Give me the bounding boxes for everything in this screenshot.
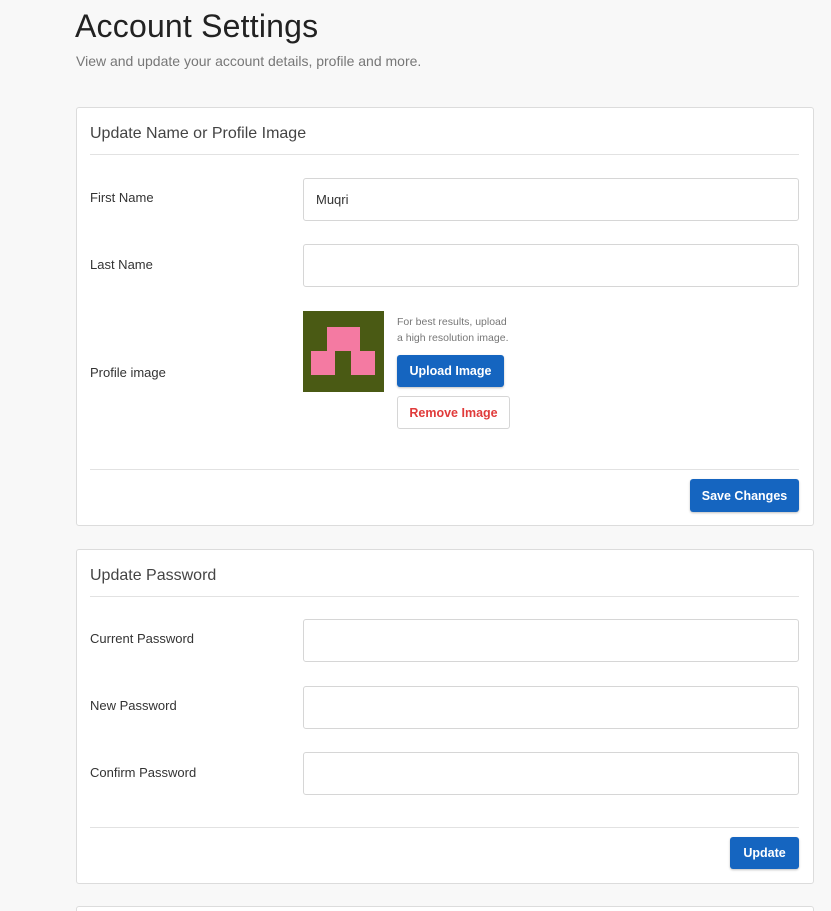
first-name-input[interactable] <box>303 178 799 221</box>
profile-avatar <box>303 311 384 392</box>
save-changes-button[interactable]: Save Changes <box>690 479 799 512</box>
confirm-password-input[interactable] <box>303 752 799 795</box>
last-name-label: Last Name <box>90 257 153 272</box>
current-password-input[interactable] <box>303 619 799 662</box>
profile-card-divider-bottom <box>90 469 799 470</box>
avatar-block-left <box>311 351 335 375</box>
profile-image-label: Profile image <box>90 365 166 380</box>
avatar-block-right <box>351 351 375 375</box>
password-card-title: Update Password <box>90 567 217 584</box>
upload-image-button[interactable]: Upload Image <box>397 355 504 387</box>
next-card <box>76 906 814 911</box>
upload-hint-line2: a high resolution image. <box>397 332 509 344</box>
page-subtitle: View and update your account details, pr… <box>76 53 422 69</box>
upload-hint-line1: For best results, upload <box>397 316 507 328</box>
password-card-divider-bottom <box>90 827 799 828</box>
confirm-password-label: Confirm Password <box>90 765 197 780</box>
password-card-divider-top <box>90 596 799 597</box>
profile-card: Update Name or Profile Image First Name … <box>76 107 814 526</box>
last-name-input[interactable] <box>303 244 799 287</box>
profile-card-title: Update Name or Profile Image <box>90 125 307 142</box>
password-card: Update Password Current Password New Pas… <box>76 549 814 884</box>
page-title: Account Settings <box>75 8 319 44</box>
account-settings-page: Account Settings View and update your ac… <box>0 0 831 911</box>
profile-card-divider-top <box>90 154 799 155</box>
remove-image-button[interactable]: Remove Image <box>397 396 510 429</box>
first-name-label: First Name <box>90 190 154 205</box>
new-password-input[interactable] <box>303 686 799 729</box>
current-password-label: Current Password <box>90 631 195 646</box>
avatar-block-top <box>327 327 360 351</box>
update-password-button[interactable]: Update <box>730 837 799 869</box>
new-password-label: New Password <box>90 698 177 713</box>
